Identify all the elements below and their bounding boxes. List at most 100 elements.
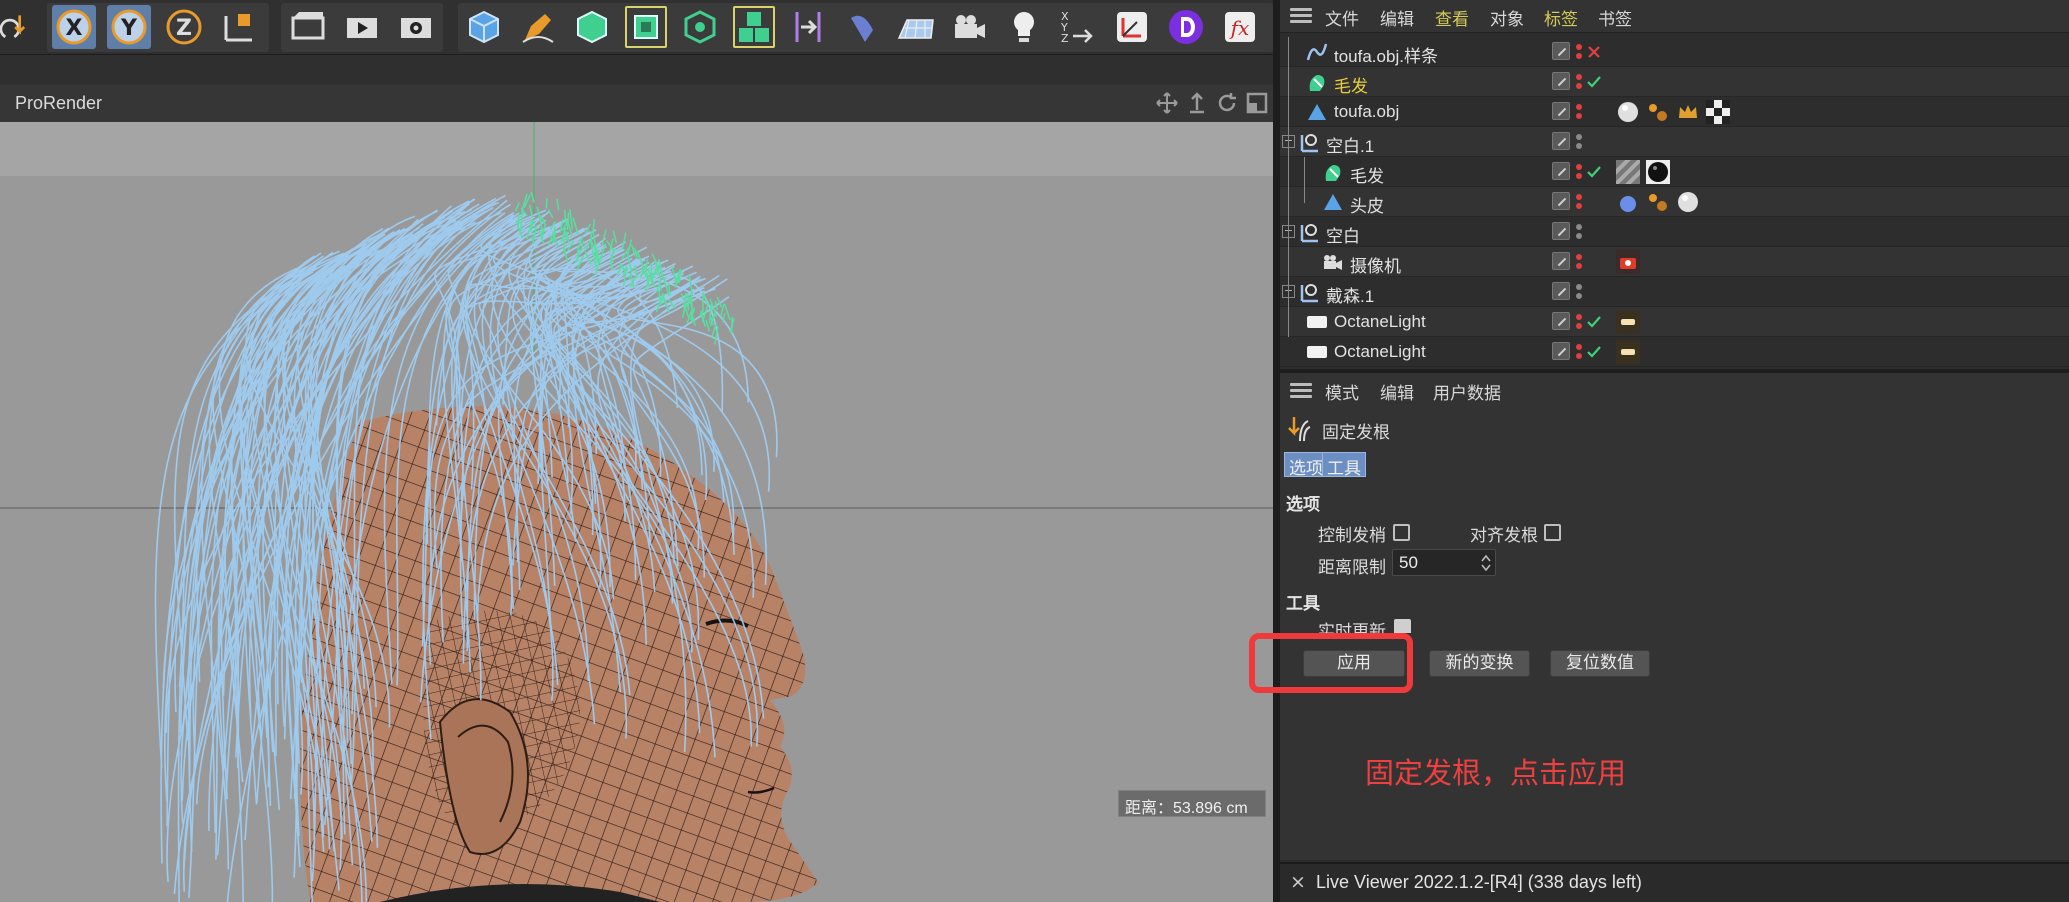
editor-visibility-dot[interactable]: [1576, 164, 1582, 170]
mat-stripes-icon[interactable]: [1616, 160, 1640, 184]
render-visibility-dot[interactable]: [1576, 113, 1582, 119]
light-tag-icon[interactable]: [1616, 310, 1640, 334]
menu-edit[interactable]: 编辑: [1380, 5, 1414, 30]
object-row[interactable]: − 空白.1: [1280, 127, 2069, 157]
menu-edit[interactable]: 编辑: [1380, 379, 1414, 404]
floor-icon[interactable]: [894, 5, 938, 49]
panel-splitter[interactable]: [1273, 0, 1280, 902]
subdivision-cube-icon[interactable]: [570, 5, 614, 49]
menu-file[interactable]: 文件: [1325, 5, 1359, 30]
3d-viewport[interactable]: 距离：53.896 cm: [0, 122, 1273, 902]
editor-visibility-dot[interactable]: [1576, 254, 1582, 260]
menu-tags[interactable]: 标签: [1544, 5, 1578, 30]
object-row[interactable]: 头皮: [1280, 187, 2069, 217]
render-visibility-dot[interactable]: [1576, 263, 1582, 269]
visibility-toggle[interactable]: [1552, 72, 1570, 90]
enabled-check-icon[interactable]: [1586, 344, 1602, 360]
visibility-toggle[interactable]: [1552, 132, 1570, 150]
spinner-arrows-icon[interactable]: [1481, 554, 1491, 572]
menu-mode[interactable]: 模式: [1325, 379, 1359, 404]
render-visibility-dot[interactable]: [1576, 353, 1582, 359]
render-visibility-dot[interactable]: [1576, 83, 1582, 89]
visibility-toggle[interactable]: [1552, 42, 1570, 60]
xyz-transfer-icon[interactable]: XYZ: [1056, 5, 1100, 49]
expression-fx-icon[interactable]: fx: [1218, 5, 1262, 49]
camera-tag-icon[interactable]: [1616, 250, 1640, 274]
menu-object[interactable]: 对象: [1490, 5, 1524, 30]
object-row[interactable]: 毛发: [1280, 67, 2069, 97]
object-row[interactable]: OctaneLight: [1280, 337, 2069, 367]
object-row[interactable]: − 空白: [1280, 217, 2069, 247]
light-bulb-icon[interactable]: [1002, 5, 1046, 49]
bend-deformer-icon[interactable]: [840, 5, 884, 49]
coordinate-system-icon[interactable]: [217, 5, 261, 49]
visibility-toggle[interactable]: [1552, 192, 1570, 210]
scene-axis-icon[interactable]: [1110, 5, 1154, 49]
crown-icon[interactable]: [1676, 100, 1700, 124]
editor-visibility-dot[interactable]: [1576, 104, 1582, 110]
lock-x-axis-icon[interactable]: X: [52, 5, 96, 49]
control-tips-checkbox[interactable]: [1393, 524, 1410, 541]
editor-visibility-dot[interactable]: [1576, 284, 1582, 290]
render-region-icon[interactable]: [286, 5, 330, 49]
object-row[interactable]: toufa.obj: [1280, 97, 2069, 127]
light-tag-icon[interactable]: [1616, 340, 1640, 364]
mat-sphere-icon[interactable]: [1676, 190, 1700, 214]
editor-visibility-dot[interactable]: [1576, 194, 1582, 200]
camera-icon[interactable]: [948, 5, 992, 49]
editor-visibility-dot[interactable]: [1576, 224, 1582, 230]
pen-spline-icon[interactable]: [516, 5, 560, 49]
zoom-view-icon[interactable]: [1185, 91, 1209, 115]
new-transform-button[interactable]: 新的变换: [1429, 650, 1530, 677]
deformer-icon[interactable]: [786, 5, 830, 49]
render-visibility-dot[interactable]: [1576, 233, 1582, 239]
checker-icon[interactable]: [1706, 100, 1730, 124]
lock-y-axis-icon[interactable]: Y: [107, 5, 151, 49]
realtime-update-checkbox[interactable]: [1394, 619, 1411, 633]
render-view-icon[interactable]: [340, 5, 384, 49]
object-row[interactable]: + 戴森.1: [1280, 277, 2069, 307]
plugin-d-icon[interactable]: [1164, 5, 1208, 49]
disabled-x-icon[interactable]: [1586, 44, 1602, 60]
editor-visibility-dot[interactable]: [1576, 74, 1582, 80]
enabled-check-icon[interactable]: [1586, 74, 1602, 90]
hamburger-menu-icon[interactable]: [1290, 383, 1312, 399]
menu-view[interactable]: 查看: [1435, 5, 1469, 30]
rotate-view-icon[interactable]: [1215, 91, 1239, 115]
render-visibility-dot[interactable]: [1576, 293, 1582, 299]
mat-sphere-icon[interactable]: [1616, 100, 1640, 124]
move-view-icon[interactable]: [1155, 91, 1179, 115]
render-visibility-dot[interactable]: [1576, 323, 1582, 329]
visibility-toggle[interactable]: [1552, 222, 1570, 240]
visibility-toggle[interactable]: [1552, 342, 1570, 360]
render-visibility-dot[interactable]: [1576, 143, 1582, 149]
visibility-toggle[interactable]: [1552, 282, 1570, 300]
visibility-toggle[interactable]: [1552, 252, 1570, 270]
editor-visibility-dot[interactable]: [1576, 314, 1582, 320]
object-row[interactable]: 毛发: [1280, 157, 2069, 187]
visibility-toggle[interactable]: [1552, 102, 1570, 120]
cloner-icon[interactable]: [678, 5, 722, 49]
mat-dark-icon[interactable]: [1646, 160, 1670, 184]
render-visibility-dot[interactable]: [1576, 53, 1582, 59]
visibility-toggle[interactable]: [1552, 162, 1570, 180]
close-icon[interactable]: ×: [1290, 871, 1306, 893]
enabled-check-icon[interactable]: [1586, 164, 1602, 180]
mat-dots-icon[interactable]: [1646, 190, 1670, 214]
mat-dots-icon[interactable]: [1646, 100, 1670, 124]
reset-values-button[interactable]: 复位数值: [1550, 650, 1650, 677]
lock-z-axis-icon[interactable]: Z: [162, 5, 206, 49]
render-visibility-dot[interactable]: [1576, 173, 1582, 179]
mograph-cubes-icon[interactable]: [732, 5, 776, 49]
hamburger-menu-icon[interactable]: [1290, 8, 1312, 24]
enabled-check-icon[interactable]: [1586, 314, 1602, 330]
editor-visibility-dot[interactable]: [1576, 344, 1582, 350]
mat-blue-icon[interactable]: [1616, 190, 1640, 214]
distance-limit-input[interactable]: 50: [1392, 549, 1496, 576]
editor-visibility-dot[interactable]: [1576, 134, 1582, 140]
cube-icon[interactable]: [462, 5, 506, 49]
menu-user-data[interactable]: 用户数据: [1433, 379, 1501, 404]
editor-visibility-dot[interactable]: [1576, 44, 1582, 50]
object-row[interactable]: 摄像机: [1280, 247, 2069, 277]
visibility-toggle[interactable]: [1552, 312, 1570, 330]
